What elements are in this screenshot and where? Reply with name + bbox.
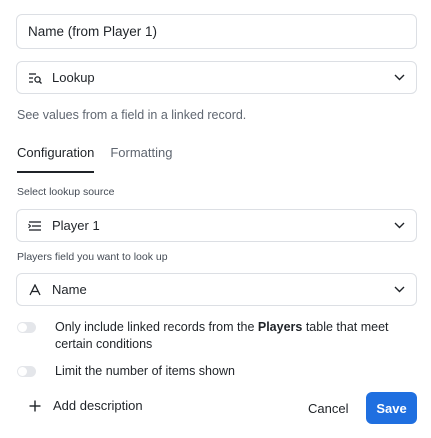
lookup-field-value: Name [52, 282, 87, 297]
tab-configuration[interactable]: Configuration [17, 145, 95, 173]
field-type-label: Lookup [52, 70, 95, 85]
conditions-option: Only include linked records from the Pla… [17, 319, 417, 353]
add-description-button[interactable]: Add description [28, 398, 143, 413]
field-type-select[interactable]: Lookup [16, 61, 417, 94]
save-button[interactable]: Save [366, 392, 417, 424]
text-field-icon [27, 282, 43, 298]
limit-toggle[interactable] [17, 366, 36, 377]
cancel-button[interactable]: Cancel [298, 392, 358, 424]
tab-formatting[interactable]: Formatting [110, 145, 172, 173]
limit-text: Limit the number of items shown [55, 364, 235, 378]
field-name-value: Name (from Player 1) [28, 24, 158, 39]
field-config-panel: Name (from Player 1) Lookup See values f… [0, 0, 431, 438]
lookup-field-select[interactable]: Name [16, 273, 417, 306]
add-description-label: Add description [53, 398, 143, 413]
chevron-down-icon [392, 283, 406, 297]
lookup-icon [27, 70, 43, 86]
config-tabs: Configuration Formatting [17, 145, 172, 173]
conditions-toggle[interactable] [17, 322, 36, 333]
linked-record-icon [27, 218, 43, 234]
lookup-field-label: Players field you want to look up [17, 251, 168, 263]
field-type-description: See values from a field in a linked reco… [17, 108, 247, 122]
chevron-down-icon [392, 71, 406, 85]
lookup-source-value: Player 1 [52, 218, 100, 233]
plus-icon [28, 399, 42, 413]
lookup-source-label: Select lookup source [17, 186, 115, 198]
chevron-down-icon [392, 219, 406, 233]
limit-option: Limit the number of items shown [17, 363, 235, 380]
field-name-input[interactable]: Name (from Player 1) [16, 14, 417, 49]
lookup-source-select[interactable]: Player 1 [16, 209, 417, 242]
conditions-text: Only include linked records from the Pla… [55, 320, 389, 351]
players-table-name: Players [257, 320, 303, 334]
